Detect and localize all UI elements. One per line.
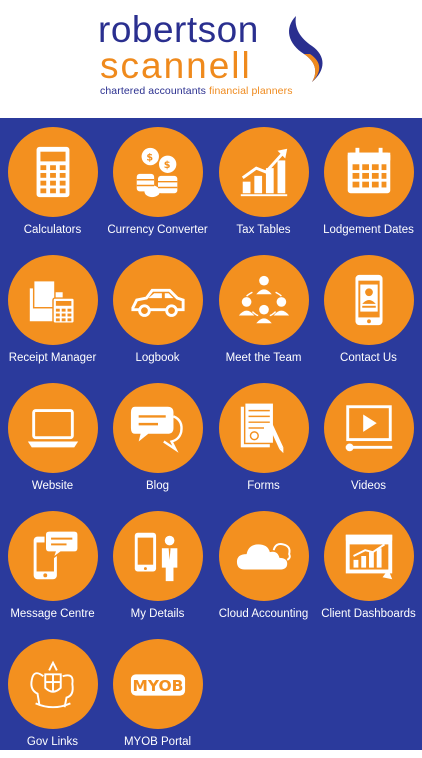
tile-calculators[interactable]: Calculators xyxy=(0,118,105,246)
tile-label: Blog xyxy=(145,480,170,492)
tile-label: Tax Tables xyxy=(236,224,291,236)
tile-my-details[interactable]: My Details xyxy=(105,502,210,630)
tile-label: MYOB Portal xyxy=(123,736,192,748)
tile-videos[interactable]: Videos xyxy=(316,374,421,502)
myob-logo-icon: MYOB xyxy=(130,674,186,696)
myob-logo-text: MYOB xyxy=(133,677,184,695)
tile-cloud-accounting[interactable]: Cloud Accounting xyxy=(211,502,316,630)
app-header: robertson scannell chartered accountants… xyxy=(0,0,422,118)
tile-lodgement-dates[interactable]: Lodgement Dates xyxy=(316,118,421,246)
brand-logo: robertson scannell chartered accountants… xyxy=(98,9,293,98)
document-pen-icon xyxy=(240,402,284,454)
svg-text:$: $ xyxy=(164,160,171,171)
phone-message-icon xyxy=(33,530,79,580)
tile-label: Message Centre xyxy=(10,608,95,620)
video-player-icon xyxy=(345,405,393,452)
calendar-icon xyxy=(347,147,391,194)
tile-label: Logbook xyxy=(135,352,180,364)
tile-label: Forms xyxy=(247,480,280,492)
menu-grid: Calculators $ $ Currency Converter Tax T… xyxy=(0,118,422,750)
brand-tagline: chartered accountants financial planners xyxy=(100,85,293,97)
tile-contact-us[interactable]: Contact Us xyxy=(316,246,421,374)
coat-of-arms-icon xyxy=(30,660,74,709)
tile-receipt-manager[interactable]: Receipt Manager xyxy=(0,246,105,374)
tile-label: Receipt Manager xyxy=(8,352,97,364)
chat-bubbles-icon xyxy=(130,406,183,453)
tile-label: Calculators xyxy=(23,224,82,236)
tile-label: Currency Converter xyxy=(107,224,208,236)
bar-chart-icon xyxy=(240,148,288,197)
car-icon xyxy=(131,288,185,317)
calculator-icon xyxy=(36,146,70,198)
tile-currency-converter[interactable]: $ $ Currency Converter xyxy=(105,118,210,246)
tile-message-centre[interactable]: Message Centre xyxy=(0,502,105,630)
brand-name-line2: scannell xyxy=(100,45,252,86)
tile-label: Videos xyxy=(351,480,386,492)
tagline-accountants: chartered accountants xyxy=(100,85,206,97)
svg-text:$: $ xyxy=(146,152,153,163)
laptop-icon xyxy=(27,409,79,448)
tile-gov-links[interactable]: Gov Links xyxy=(0,630,105,758)
cloud-icon xyxy=(236,543,291,570)
coins-icon: $$ xyxy=(136,147,178,198)
tile-website[interactable]: Website xyxy=(0,374,105,502)
tile-label: Gov Links xyxy=(26,736,79,748)
tile-label: Cloud Accounting xyxy=(218,608,309,620)
tile-tax-tables[interactable]: Tax Tables xyxy=(211,118,316,246)
tile-label: Contact Us xyxy=(340,352,397,364)
receipt-folder-icon xyxy=(29,279,75,324)
team-icon xyxy=(238,275,290,324)
tile-label: Lodgement Dates xyxy=(323,224,414,236)
tagline-planners: financial planners xyxy=(209,85,293,97)
brand-swoosh-icon xyxy=(289,16,323,82)
tile-blog[interactable]: Blog xyxy=(105,374,210,502)
tile-myob-portal[interactable]: MYOB MYOB Portal xyxy=(105,630,210,758)
tile-label: Website xyxy=(31,480,74,492)
tile-label: Meet the Team xyxy=(225,352,302,364)
tile-label: Client Dashboards xyxy=(321,608,416,620)
dashboard-icon xyxy=(345,534,393,580)
tile-label: My Details xyxy=(130,608,185,620)
person-phone-icon xyxy=(134,532,178,582)
tile-forms[interactable]: Forms xyxy=(211,374,316,502)
phone-contact-icon xyxy=(355,274,383,326)
tile-meet-the-team[interactable]: Meet the Team xyxy=(211,246,316,374)
tile-client-dashboards[interactable]: Client Dashboards xyxy=(316,502,421,630)
brand-name-line1: robertson xyxy=(98,9,259,50)
tile-logbook[interactable]: Logbook xyxy=(105,246,210,374)
